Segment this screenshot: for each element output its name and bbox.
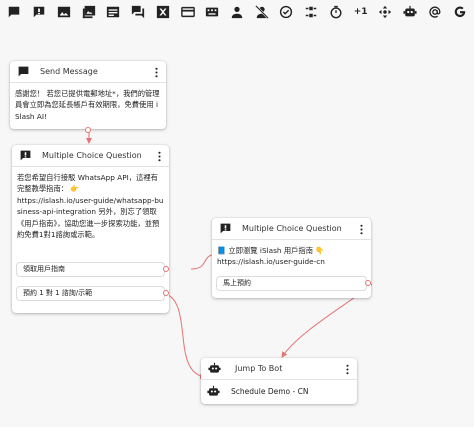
check-circle-icon[interactable]: [278, 4, 294, 20]
mcq-node-1[interactable]: Multiple Choice Question 若您希望自行接駁 WhatsA…: [12, 145, 169, 313]
jump-target-row: Schedule Demo - CN: [201, 380, 357, 403]
more-vert-icon[interactable]: [355, 221, 367, 237]
output-port[interactable]: [85, 127, 91, 133]
mcq-node-2[interactable]: Multiple Choice Question 📘 立即瀏覽 iSlash 用…: [212, 218, 371, 298]
question-text: 📘 立即瀏覽 iSlash 用戶指南 👇 https://islash.io/u…: [217, 246, 325, 267]
choice-option-2[interactable]: 預約 1 對 1 諮詢/示範: [16, 286, 165, 301]
list-message-icon[interactable]: [105, 4, 121, 20]
quick-reply-icon[interactable]: [31, 4, 47, 20]
keyboard-icon[interactable]: [204, 4, 220, 20]
node-title: Multiple Choice Question: [42, 151, 142, 160]
robot-icon: [207, 385, 221, 399]
media-icon[interactable]: [81, 4, 97, 20]
chat-bubble-icon[interactable]: [6, 4, 22, 20]
node-title: Send Message: [40, 67, 98, 76]
chat-bubble-icon: [16, 65, 30, 79]
condition-icon[interactable]: [303, 4, 319, 20]
send-message-node[interactable]: Send Message 感謝您！ 若您已提供電郵地址*，我們的管理員會立即為您…: [10, 61, 166, 133]
quick-reply-icon: [18, 149, 32, 163]
card-icon[interactable]: [180, 4, 196, 20]
plus-one-label: +1: [353, 7, 368, 17]
plus-one-icon[interactable]: +1: [353, 4, 369, 20]
toolbar: +1: [0, 0, 474, 24]
timer-icon[interactable]: [328, 4, 344, 20]
node-title: Multiple Choice Question: [242, 224, 342, 233]
node-header: Jump To Bot: [201, 358, 357, 380]
jump-to-bot-node[interactable]: Jump To Bot Schedule Demo - CN: [201, 358, 357, 404]
image-icon[interactable]: [56, 4, 72, 20]
choice-1-port[interactable]: [365, 280, 371, 286]
excel-icon[interactable]: [155, 4, 171, 20]
more-vert-icon[interactable]: [153, 148, 165, 164]
choice-2-port[interactable]: [163, 290, 169, 296]
person-icon[interactable]: [229, 4, 245, 20]
node-header: Send Message: [10, 61, 166, 83]
question-text: 若您希望自行接駁 WhatsApp API，這裡有完整教學指南： 👉 https…: [17, 173, 164, 240]
message-text: 感謝您！ 若您已提供電郵地址*，我們的管理員會立即為您延長帳戶有效期限，免費使用…: [15, 89, 160, 121]
move-icon[interactable]: [377, 4, 393, 20]
person-off-icon[interactable]: [254, 4, 270, 20]
choice-option-1[interactable]: 領取用戶指南: [16, 262, 165, 277]
at-icon[interactable]: [427, 4, 443, 20]
google-icon[interactable]: [452, 4, 468, 20]
node-header: Multiple Choice Question: [212, 218, 371, 240]
choice-1-port[interactable]: [163, 266, 169, 272]
node-header: Multiple Choice Question: [12, 145, 169, 167]
quick-reply-icon: [218, 222, 232, 236]
multi-chat-icon[interactable]: [130, 4, 146, 20]
robot-icon[interactable]: [402, 4, 418, 20]
choice-option-1[interactable]: 馬上預約: [216, 276, 367, 291]
robot-icon: [207, 362, 221, 376]
more-vert-icon[interactable]: [341, 361, 353, 377]
jump-target-label: Schedule Demo - CN: [231, 387, 309, 396]
more-vert-icon[interactable]: [150, 64, 162, 80]
node-title: Jump To Bot: [235, 364, 283, 373]
edge-choice2-to-jump: [162, 292, 206, 380]
